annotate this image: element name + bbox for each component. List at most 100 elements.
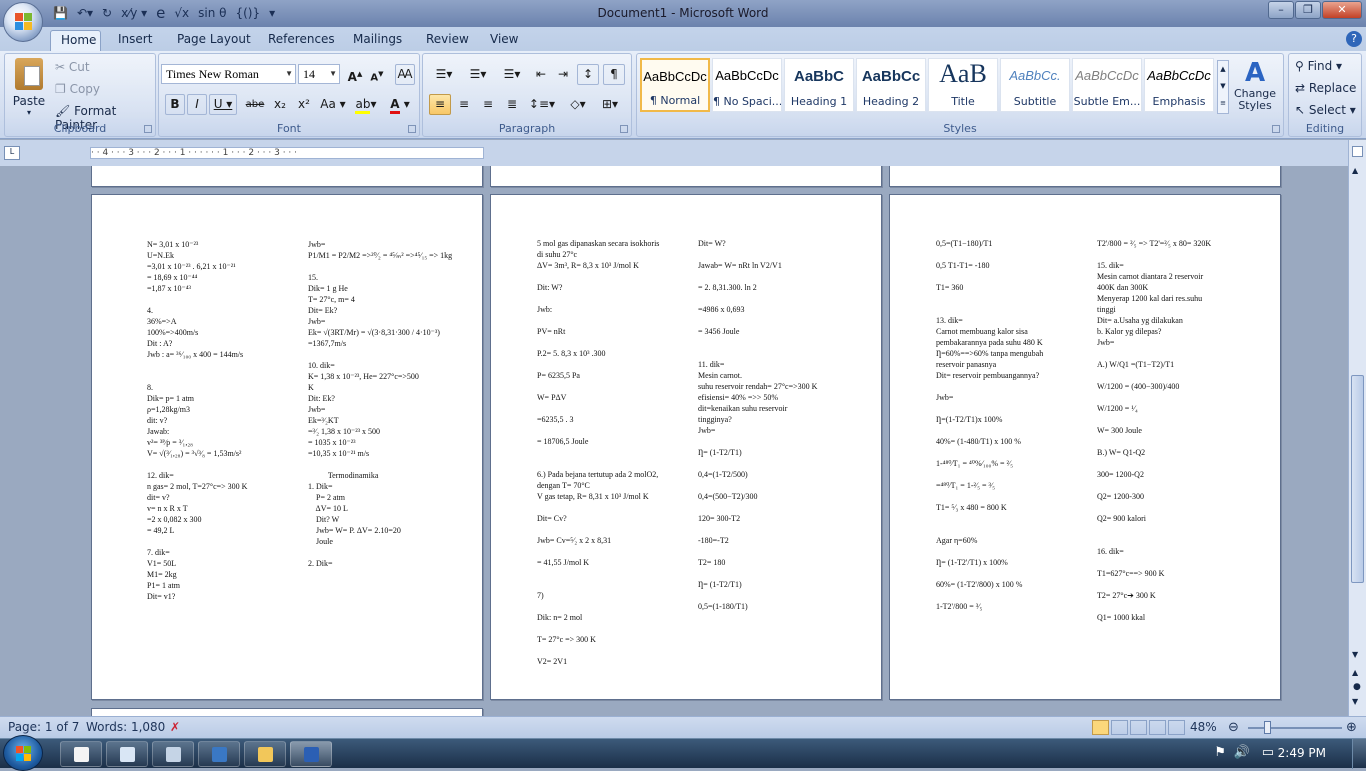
- style-emphasis[interactable]: AaBbCcDc Emphasis: [1144, 58, 1214, 112]
- decrease-indent-button[interactable]: ⇤: [531, 64, 551, 85]
- vertical-scrollbar[interactable]: ▲ ▼ ▲ ● ▼: [1348, 140, 1366, 716]
- tab-page-layout[interactable]: Page Layout: [167, 30, 261, 51]
- action-center-icon[interactable]: ▭: [1262, 745, 1274, 760]
- style-no-spaci[interactable]: AaBbCcDc ¶ No Spaci...: [712, 58, 782, 112]
- font-size-combo[interactable]: 14 ▼: [298, 64, 340, 84]
- increase-indent-button[interactable]: ⇥: [553, 64, 573, 85]
- style-subtitle[interactable]: AaBbCc. Subtitle: [1000, 58, 1070, 112]
- line-spacing-button[interactable]: ↕≡▾: [527, 94, 557, 115]
- previous-page-icon[interactable]: ▲: [1352, 668, 1358, 677]
- font-name-combo[interactable]: Times New Roman ▼: [161, 64, 296, 84]
- taskbar-explorer-button[interactable]: [244, 741, 286, 767]
- shading-button[interactable]: ◇▾: [563, 94, 593, 115]
- full-screen-reading-icon[interactable]: [1111, 720, 1128, 735]
- word-count[interactable]: Words: 1,080: [86, 717, 165, 738]
- ruler-toggle-icon[interactable]: [1352, 146, 1363, 157]
- network-icon[interactable]: ⚑: [1214, 745, 1226, 760]
- horizontal-ruler[interactable]: · · 4 · · · 3 · · · 2 · · · 1 · · · · · …: [90, 147, 484, 159]
- justify-button[interactable]: ≣: [501, 94, 523, 115]
- bold-button[interactable]: B: [165, 94, 185, 115]
- underline-button[interactable]: U ▾: [209, 94, 237, 115]
- change-case-button[interactable]: Aa ▾: [319, 94, 347, 115]
- paste-button[interactable]: Paste ▾: [9, 56, 49, 118]
- taskbar-app-button[interactable]: [106, 741, 148, 767]
- zoom-slider[interactable]: [1248, 721, 1342, 734]
- grow-font-button[interactable]: A▲: [345, 64, 365, 85]
- page-1[interactable]: N= 3,01 x 10⁻²³ U=N.Ek =3,01 x 10⁻²³ . 6,2…: [91, 194, 483, 700]
- tab-mailings[interactable]: Mailings: [343, 30, 412, 51]
- clear-formatting-button[interactable]: Ꜳ: [395, 64, 415, 85]
- start-button[interactable]: [3, 735, 43, 771]
- taskbar-notepad-button[interactable]: [60, 741, 102, 767]
- show-marks-button[interactable]: ¶: [603, 64, 625, 85]
- font-color-button[interactable]: A ▾: [385, 94, 415, 115]
- align-left-button[interactable]: ≡: [429, 94, 451, 115]
- dialog-launcher-icon[interactable]: [144, 125, 152, 133]
- scroll-thumb[interactable]: [1351, 375, 1364, 583]
- superscript-button[interactable]: x²: [293, 94, 315, 115]
- style-title[interactable]: AaB Title: [928, 58, 998, 112]
- style-preview: AaBbCc.: [1009, 68, 1061, 83]
- dialog-launcher-icon[interactable]: [408, 125, 416, 133]
- select-button[interactable]: ↖ Select ▾: [1295, 103, 1356, 117]
- page-3[interactable]: 0,5=(T1−180)/T1 0,5 T1-T1= -180 T1= 360 13.…: [889, 194, 1281, 700]
- next-page-icon[interactable]: ▼: [1352, 697, 1358, 706]
- draft-icon[interactable]: [1168, 720, 1185, 735]
- style-heading-2[interactable]: AaBbCc Heading 2: [856, 58, 926, 112]
- zoom-in-button[interactable]: ⊕: [1346, 717, 1357, 738]
- dialog-launcher-icon[interactable]: [620, 125, 628, 133]
- style-normal[interactable]: AaBbCcDc ¶ Normal: [640, 58, 710, 112]
- help-icon[interactable]: ?: [1346, 31, 1362, 47]
- sort-button[interactable]: ↕: [577, 64, 599, 85]
- zoom-slider-thumb[interactable]: [1264, 721, 1271, 734]
- strikethrough-button[interactable]: abe: [243, 94, 267, 115]
- minimize-button[interactable]: –: [1268, 1, 1294, 19]
- find-button[interactable]: ⚲ Find ▾: [1295, 59, 1342, 73]
- sort-icon: ↕: [582, 67, 594, 81]
- gallery-scroll[interactable]: ▲ ▼ ≡: [1217, 60, 1229, 114]
- tab-references[interactable]: References: [258, 30, 345, 51]
- highlight-button[interactable]: ab▾: [351, 94, 381, 115]
- web-layout-icon[interactable]: [1130, 720, 1147, 735]
- dialog-launcher-icon[interactable]: [1272, 125, 1280, 133]
- taskbar-window-button[interactable]: [198, 741, 240, 767]
- zoom-level[interactable]: 48%: [1190, 717, 1217, 738]
- shrink-font-button[interactable]: A▼: [367, 64, 387, 85]
- page-2[interactable]: 5 mol gas dipanaskan secara isokhoris di …: [490, 194, 882, 700]
- show-desktop-button[interactable]: [1352, 739, 1366, 769]
- style-subtle-em[interactable]: AaBbCcDc Subtle Em...: [1072, 58, 1142, 112]
- replace-button[interactable]: ⇄ Replace: [1295, 81, 1356, 95]
- proofing-icon[interactable]: ✗: [170, 717, 180, 738]
- subscript-button[interactable]: x₂: [269, 94, 291, 115]
- scroll-up-arrow[interactable]: ▲: [1352, 166, 1358, 175]
- cut-button[interactable]: ✂ Cut: [55, 60, 90, 74]
- scroll-down-arrow[interactable]: ▼: [1352, 650, 1358, 659]
- maximize-button[interactable]: ❐: [1295, 1, 1321, 19]
- borders-button[interactable]: ⊞▾: [595, 94, 625, 115]
- tab-view[interactable]: View: [480, 30, 528, 51]
- close-button[interactable]: ✕: [1322, 1, 1362, 19]
- numbering-button[interactable]: ☰▾: [463, 64, 493, 85]
- tab-home[interactable]: Home: [50, 30, 101, 51]
- align-center-button[interactable]: ≡: [453, 94, 475, 115]
- volume-icon[interactable]: 🔊: [1234, 745, 1250, 760]
- taskbar-word-button[interactable]: [290, 741, 332, 767]
- copy-button[interactable]: ❐ Copy: [55, 82, 100, 96]
- italic-button[interactable]: I: [187, 94, 207, 115]
- clock[interactable]: 2:49 PM: [1278, 746, 1326, 760]
- align-right-button[interactable]: ≡: [477, 94, 499, 115]
- multilevel-list-button[interactable]: ☰▾: [497, 64, 527, 85]
- line-spacing-icon: ↕≡: [528, 97, 550, 111]
- print-layout-icon[interactable]: [1092, 720, 1109, 735]
- office-button[interactable]: [3, 2, 43, 42]
- tab-insert[interactable]: Insert: [108, 30, 162, 51]
- bullets-button[interactable]: ☰▾: [429, 64, 459, 85]
- outline-icon[interactable]: [1149, 720, 1166, 735]
- tab-selector-button[interactable]: L: [4, 146, 20, 160]
- style-heading-1[interactable]: AaBbC Heading 1: [784, 58, 854, 112]
- tab-review[interactable]: Review: [416, 30, 479, 51]
- zoom-out-button[interactable]: ⊖: [1228, 717, 1239, 738]
- change-styles-button[interactable]: A Change Styles: [1229, 58, 1281, 122]
- browse-object-icon[interactable]: ●: [1353, 682, 1361, 692]
- taskbar-calculator-button[interactable]: [152, 741, 194, 767]
